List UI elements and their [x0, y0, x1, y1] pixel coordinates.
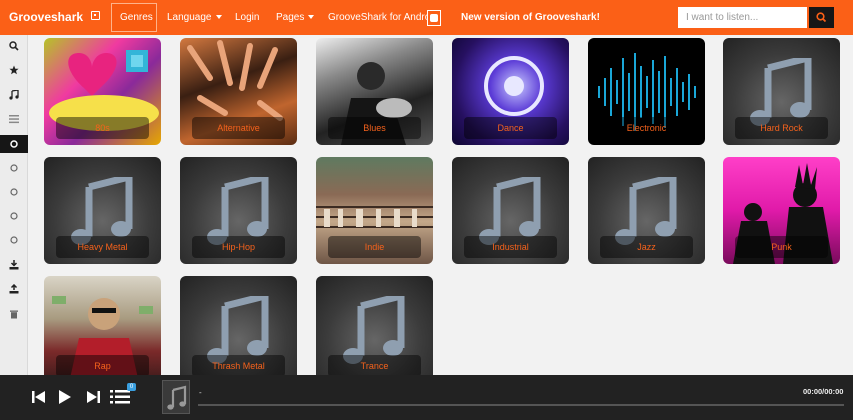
sidebar-radio-4[interactable] [0, 207, 28, 225]
upload-icon [9, 284, 19, 294]
genre-label: Thrash Metal [192, 355, 285, 377]
brand-logo[interactable]: Grooveshark [9, 10, 83, 24]
chevron-down-icon [308, 15, 315, 20]
genre-tile-jazz[interactable]: Jazz [588, 157, 705, 264]
nav-genres[interactable]: Genres [120, 12, 153, 23]
circle-icon [10, 236, 18, 244]
music-note-icon [9, 90, 19, 100]
genre-tile-blues[interactable]: Blues [316, 38, 433, 145]
sidebar-list[interactable] [0, 110, 28, 128]
genre-tile-heavy-metal[interactable]: Heavy Metal [44, 157, 161, 264]
nav-android[interactable]: GrooveShark for Android [328, 12, 438, 23]
sidebar-favorites[interactable] [0, 61, 28, 79]
progress-bar[interactable] [198, 404, 844, 406]
queue-list-icon[interactable] [110, 389, 130, 405]
play-icon[interactable] [58, 389, 72, 405]
top-navbar: Grooveshark Genres Language Login Pages … [0, 0, 853, 35]
next-icon[interactable] [86, 390, 100, 404]
genre-label: 80s [56, 117, 149, 139]
search-icon [816, 12, 827, 23]
genre-label: Indie [328, 236, 421, 258]
sidebar-music[interactable] [0, 86, 28, 104]
genre-label: Rap [56, 355, 149, 377]
genre-label: Hip-Hop [192, 236, 285, 258]
list-icon [9, 115, 19, 124]
track-time: 00:00/00:00 [803, 387, 844, 396]
genre-label: Blues [328, 117, 421, 139]
genre-tile-hip-hop[interactable]: Hip-Hop [180, 157, 297, 264]
chevron-down-icon [215, 15, 222, 20]
sidebar-radio-3[interactable] [0, 183, 28, 201]
now-playing-thumbnail [162, 380, 190, 414]
genre-tile-industrial[interactable]: Industrial [452, 157, 569, 264]
sidebar-radio-1[interactable] [0, 135, 28, 153]
previous-icon[interactable] [32, 390, 46, 404]
circle-icon [10, 212, 18, 220]
nav-login[interactable]: Login [235, 12, 259, 23]
nav-pages[interactable]: Pages [276, 12, 315, 23]
sidebar-search[interactable] [0, 37, 28, 55]
android-app-icon[interactable] [427, 10, 441, 26]
sidebar-radio-2[interactable] [0, 159, 28, 177]
nav-language-label: Language [167, 12, 212, 23]
genre-tile-hard-rock[interactable]: Hard Rock [723, 38, 840, 145]
news-banner[interactable]: New version of Grooveshark! [461, 12, 600, 23]
genre-tile-indie[interactable]: Indie [316, 157, 433, 264]
genre-tile-dance[interactable]: Dance [452, 38, 569, 145]
search-icon [9, 41, 19, 51]
circle-icon [10, 188, 18, 196]
genre-label: Heavy Metal [56, 236, 149, 258]
sidebar-trash[interactable] [0, 305, 28, 323]
genre-tile-80s[interactable]: 80s [44, 38, 161, 145]
sidebar-download[interactable] [0, 256, 28, 274]
track-title: - [199, 388, 202, 397]
download-icon [9, 260, 19, 270]
music-note-icon [167, 385, 187, 410]
trash-icon [10, 310, 18, 319]
genre-label: Hard Rock [735, 117, 828, 139]
sidebar-radio-5[interactable] [0, 231, 28, 249]
genre-tile-rap[interactable]: Rap [44, 276, 161, 383]
genre-tile-alternative[interactable]: Alternative [180, 38, 297, 145]
genre-tile-thrash-metal[interactable]: Thrash Metal [180, 276, 297, 383]
genre-tile-punk[interactable]: Punk [723, 157, 840, 264]
nav-language[interactable]: Language [167, 12, 222, 23]
search-button[interactable] [809, 7, 834, 28]
genre-label: Industrial [464, 236, 557, 258]
sidebar-upload[interactable] [0, 280, 28, 298]
circle-icon [10, 140, 18, 148]
search-input[interactable] [678, 7, 807, 28]
genre-label: Electronic [600, 117, 693, 139]
genre-tile-electronic[interactable]: Electronic [588, 38, 705, 145]
genre-label: Alternative [192, 117, 285, 139]
circle-icon [10, 164, 18, 172]
genre-tile-trance[interactable]: Trance [316, 276, 433, 383]
genre-label: Dance [464, 117, 557, 139]
queue-count-badge: 0 [127, 383, 136, 391]
nav-pages-label: Pages [276, 12, 305, 23]
left-sidebar [0, 35, 28, 375]
genre-label: Jazz [600, 236, 693, 258]
star-icon [9, 65, 19, 75]
genre-label: Trance [328, 355, 421, 377]
genre-label: Punk [735, 236, 828, 258]
external-link-icon[interactable] [91, 11, 100, 20]
